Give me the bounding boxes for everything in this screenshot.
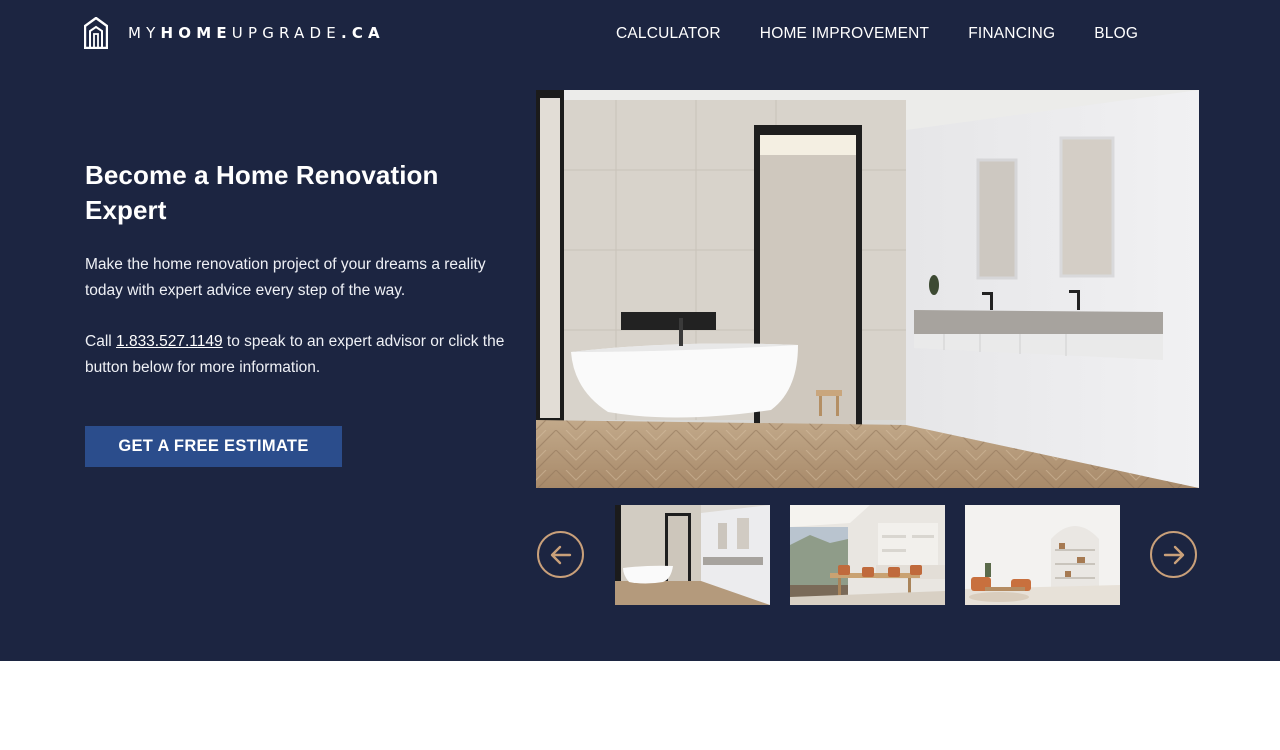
living-room-thumbnail[interactable] bbox=[965, 505, 1120, 605]
nav-item-home-improvement[interactable]: HOME IMPROVEMENT bbox=[760, 24, 929, 44]
nav-item-blog[interactable]: BLOG bbox=[1094, 24, 1138, 44]
hero-headline: Become a Home Renovation Expert bbox=[85, 160, 439, 225]
nav-item-calculator[interactable]: CALCULATOR bbox=[616, 24, 721, 44]
phone-link[interactable]: 1.833.527.1149 bbox=[116, 333, 223, 350]
carousel-next-button[interactable] bbox=[1150, 531, 1197, 578]
bathroom-photo bbox=[536, 90, 1199, 488]
hero-intro: Make the home renovation project of your… bbox=[85, 256, 486, 299]
arrow-right-icon bbox=[1163, 545, 1184, 564]
carousel-prev-button[interactable] bbox=[537, 531, 584, 578]
arrow-left-icon bbox=[550, 545, 571, 564]
bathroom-thumbnail[interactable] bbox=[615, 505, 770, 605]
hero-call-text: Call 1.833.527.1149 to speak to an exper… bbox=[85, 333, 505, 376]
main-nav: CALCULATOR HOME IMPROVEMENT FINANCING BL… bbox=[616, 24, 1138, 44]
logo-text: MYHOMEUPGRADE.CA bbox=[128, 24, 385, 42]
dining-room-thumbnail[interactable] bbox=[790, 505, 945, 605]
site-logo[interactable]: MYHOMEUPGRADE.CA bbox=[84, 16, 385, 50]
house-logo-icon bbox=[84, 17, 108, 49]
nav-item-financing[interactable]: FINANCING bbox=[968, 24, 1055, 44]
hero-copy: Become a Home Renovation Expert Make the… bbox=[85, 158, 505, 381]
hero-section: MYHOMEUPGRADE.CA CALCULATOR HOME IMPROVE… bbox=[0, 0, 1280, 661]
free-estimate-button[interactable]: GET A FREE ESTIMATE bbox=[85, 426, 342, 467]
